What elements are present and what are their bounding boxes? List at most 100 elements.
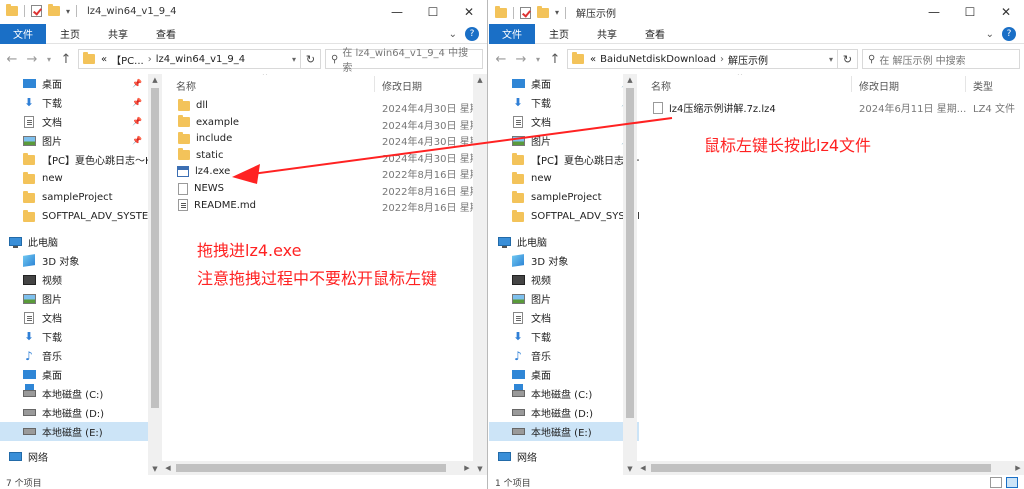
- scrollbar-thumb[interactable]: [651, 464, 991, 472]
- address-dropdown-icon[interactable]: ▾: [829, 55, 833, 64]
- new-folder-icon[interactable]: [537, 5, 549, 18]
- horizontal-scrollbar[interactable]: ◀ ▶: [162, 461, 473, 475]
- minimize-button[interactable]: —: [916, 0, 952, 24]
- sidebar-item-folder[interactable]: sampleProject: [489, 188, 639, 207]
- sidebar-item-drive-d[interactable]: 本地磁盘 (D:): [0, 403, 150, 422]
- file-row[interactable]: include2024年4月30日 星期...: [162, 131, 474, 148]
- refresh-icon[interactable]: ↻: [301, 49, 321, 69]
- sidebar-item-this-pc[interactable]: 此电脑: [489, 232, 639, 251]
- sidebar-item-desktop[interactable]: 桌面: [489, 365, 639, 384]
- sidebar-item-folder[interactable]: 【PC】夏色心跳日志～H: [0, 150, 150, 169]
- tab-file[interactable]: 文件: [489, 23, 535, 44]
- properties-icon[interactable]: [31, 5, 42, 17]
- expand-ribbon-icon[interactable]: ⌄: [986, 29, 994, 40]
- sidebar-item-pictures[interactable]: 图片📌: [0, 131, 150, 150]
- new-folder-icon[interactable]: [48, 4, 60, 16]
- column-header-name[interactable]: 名称: [176, 78, 196, 93]
- back-arrow-icon[interactable]: ←: [4, 52, 20, 67]
- address-bar[interactable]: « 【PC... › lz4_win64_v1_9_4 ▾: [78, 49, 301, 69]
- sidebar-item-network[interactable]: 网络: [489, 447, 639, 466]
- file-row[interactable]: NEWS2022年8月16日 星期...: [162, 181, 474, 198]
- breadcrumb-separator-icon[interactable]: ›: [148, 54, 152, 65]
- scroll-left-icon[interactable]: ◀: [162, 461, 174, 475]
- column-header-name[interactable]: 名称: [651, 78, 671, 93]
- horizontal-scrollbar[interactable]: ◀ ▶: [637, 461, 1024, 475]
- address-bar[interactable]: « BaiduNetdiskDownload › 解压示例 ▾: [567, 49, 838, 69]
- search-input[interactable]: ⚲ 在 解压示例 中搜索: [862, 49, 1020, 69]
- sidebar-item-drive-c[interactable]: 本地磁盘 (C:): [0, 384, 150, 403]
- sidebar-item-folder[interactable]: sampleProject: [0, 188, 150, 207]
- file-row-lz4-archive[interactable]: lz4压缩示例讲解.7z.lz4 2024年6月11日 星期... LZ4 文件: [637, 98, 1024, 115]
- sidebar-item-downloads[interactable]: ⬇下载📌: [0, 93, 150, 112]
- scrollbar-thumb[interactable]: [176, 464, 446, 472]
- file-list-scrollbar[interactable]: ▲ ▼: [473, 74, 487, 475]
- address-overflow[interactable]: «: [590, 54, 596, 65]
- properties-icon[interactable]: [520, 6, 531, 19]
- sidebar-item-drive-e[interactable]: 本地磁盘 (E:): [0, 422, 150, 441]
- sidebar-item-folder[interactable]: 【PC】夏色心跳日志～H: [489, 150, 639, 169]
- file-row-lz4-exe[interactable]: lz4.exe2022年8月16日 星期...: [162, 164, 474, 181]
- scroll-up-icon[interactable]: ▲: [148, 74, 162, 86]
- column-header-type[interactable]: 类型: [973, 78, 993, 93]
- sidebar-item-desktop[interactable]: 桌面: [0, 365, 150, 384]
- refresh-icon[interactable]: ↻: [838, 49, 858, 69]
- tab-home[interactable]: 主页: [535, 26, 583, 41]
- breadcrumb-separator-icon[interactable]: ›: [720, 54, 724, 65]
- sidebar-item-3d-objects[interactable]: 3D 对象: [489, 251, 639, 270]
- sidebar-item-pictures[interactable]: 图片: [489, 289, 639, 308]
- breadcrumb-item[interactable]: lz4_win64_v1_9_4: [156, 54, 245, 65]
- large-icons-view-icon[interactable]: [1006, 477, 1018, 488]
- help-icon[interactable]: ?: [1002, 27, 1016, 41]
- sidebar-item-network[interactable]: 网络: [0, 447, 150, 466]
- forward-arrow-icon[interactable]: →: [24, 52, 40, 67]
- sidebar-item-documents[interactable]: 文档: [0, 308, 150, 327]
- sidebar-item-drive-e[interactable]: 本地磁盘 (E:): [489, 422, 639, 441]
- sidebar-item-documents[interactable]: 文档📌: [0, 112, 150, 131]
- tab-file[interactable]: 文件: [0, 23, 46, 44]
- sidebar-item-pictures[interactable]: 图片📌: [489, 131, 639, 150]
- help-icon[interactable]: ?: [465, 27, 479, 41]
- file-row[interactable]: dll2024年4月30日 星期...: [162, 98, 474, 115]
- scroll-down-icon[interactable]: ▼: [148, 463, 162, 475]
- scroll-right-icon[interactable]: ▶: [1012, 461, 1024, 475]
- file-row[interactable]: static2024年4月30日 星期...: [162, 148, 474, 165]
- quick-access-dropdown-icon[interactable]: ▾: [555, 8, 559, 17]
- sidebar-item-music[interactable]: ♪ 音乐: [489, 346, 639, 365]
- sidebar-item-3d-objects[interactable]: 3D 对象: [0, 251, 150, 270]
- breadcrumb-item[interactable]: BaiduNetdiskDownload: [600, 54, 716, 65]
- close-button[interactable]: ✕: [988, 0, 1024, 24]
- sidebar-item-documents[interactable]: 文档: [489, 308, 639, 327]
- breadcrumb-item[interactable]: 解压示例: [728, 52, 768, 67]
- scroll-down-icon[interactable]: ▼: [473, 463, 487, 475]
- search-input[interactable]: ⚲ 在 lz4_win64_v1_9_4 中搜索: [325, 48, 483, 74]
- address-overflow[interactable]: «: [101, 54, 107, 65]
- column-header-modified[interactable]: 修改日期: [382, 78, 422, 93]
- forward-arrow-icon[interactable]: →: [513, 52, 529, 67]
- maximize-button[interactable]: ☐: [415, 0, 451, 24]
- maximize-button[interactable]: ☐: [952, 0, 988, 24]
- details-view-icon[interactable]: [990, 477, 1002, 488]
- scroll-right-icon[interactable]: ▶: [461, 461, 473, 475]
- tab-view[interactable]: 查看: [142, 26, 190, 41]
- recent-locations-icon[interactable]: ▾: [533, 55, 543, 64]
- tab-home[interactable]: 主页: [46, 26, 94, 41]
- sidebar-item-downloads[interactable]: ⬇下载📌: [489, 93, 639, 112]
- minimize-button[interactable]: —: [379, 0, 415, 24]
- back-arrow-icon[interactable]: ←: [493, 52, 509, 67]
- sidebar-item-drive-d[interactable]: 本地磁盘 (D:): [489, 403, 639, 422]
- sidebar-item-desktop[interactable]: 桌面📌: [0, 74, 150, 93]
- tab-share[interactable]: 共享: [94, 26, 142, 41]
- sidebar-item-documents[interactable]: 文档📌: [489, 112, 639, 131]
- sidebar-scrollbar[interactable]: ▲ ▼: [623, 74, 637, 475]
- expand-ribbon-icon[interactable]: ⌄: [449, 29, 457, 40]
- scrollbar-thumb[interactable]: [626, 88, 634, 418]
- sidebar-item-videos[interactable]: 视频: [0, 270, 150, 289]
- sidebar-item-folder[interactable]: new: [0, 169, 150, 188]
- sidebar-item-folder[interactable]: SOFTPAL_ADV_SYSTEM: [0, 207, 150, 226]
- scroll-up-icon[interactable]: ▲: [623, 74, 637, 86]
- up-arrow-icon[interactable]: ↑: [58, 52, 74, 67]
- address-dropdown-icon[interactable]: ▾: [292, 55, 296, 64]
- scrollbar-thumb[interactable]: [151, 88, 159, 408]
- file-row[interactable]: README.md2022年8月16日 星期...: [162, 197, 474, 214]
- sidebar-item-drive-c[interactable]: 本地磁盘 (C:): [489, 384, 639, 403]
